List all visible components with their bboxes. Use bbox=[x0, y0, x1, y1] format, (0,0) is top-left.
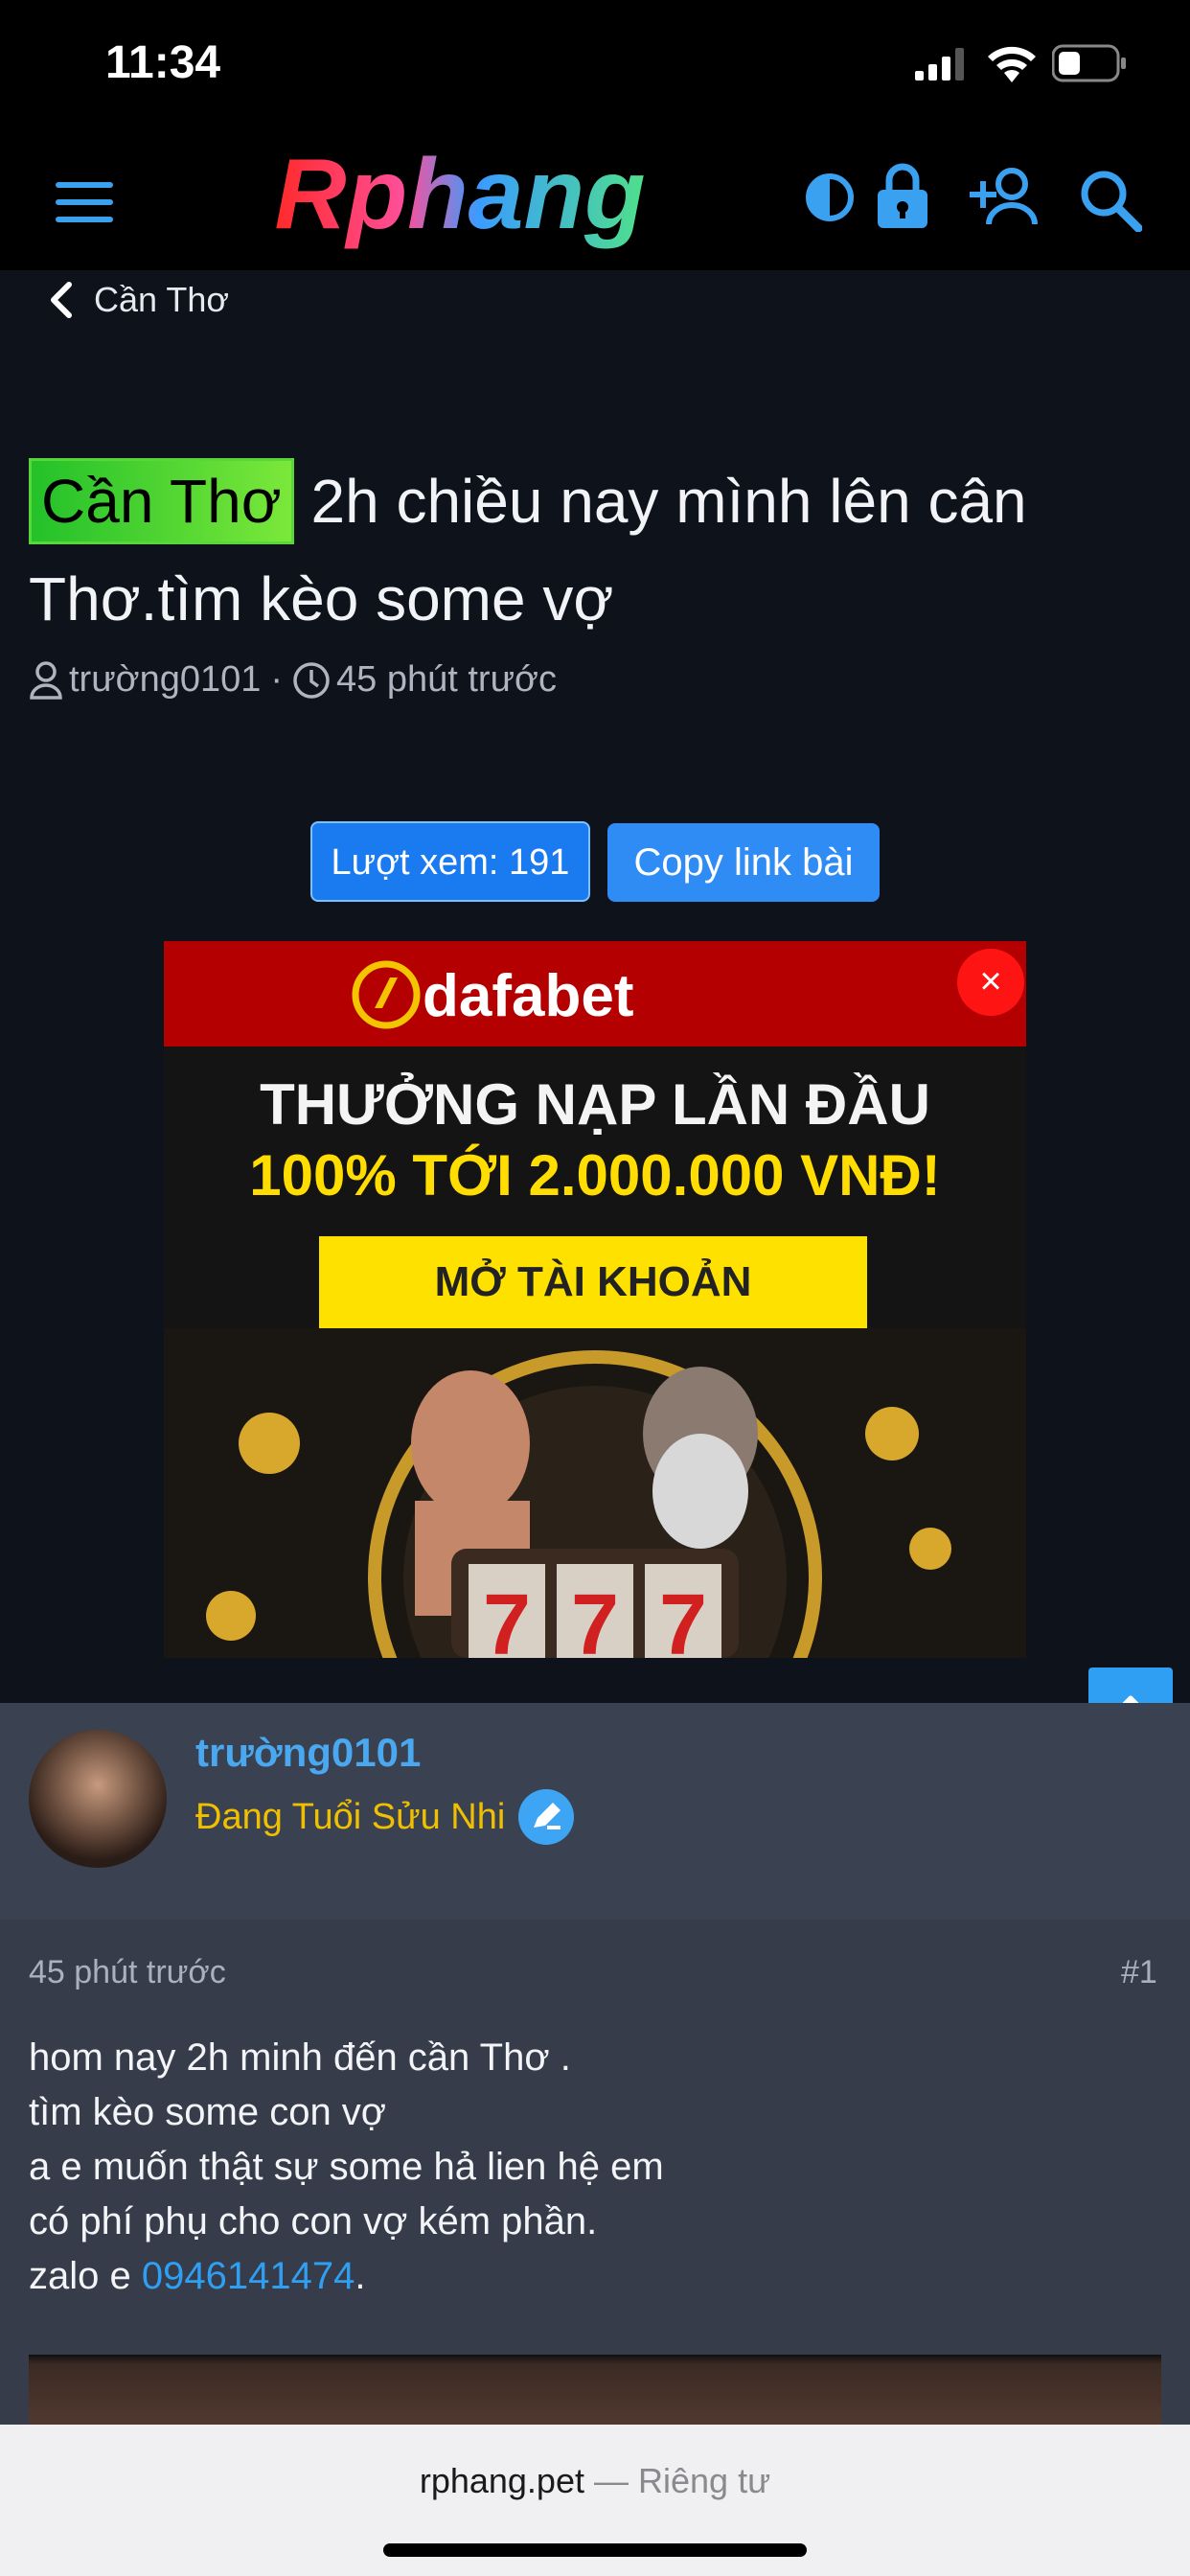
breadcrumb-label: Cần Thơ bbox=[94, 280, 230, 319]
theme-toggle-icon[interactable] bbox=[805, 172, 855, 222]
post-body: hom nay 2h minh đến cần Thơ . tìm kèo so… bbox=[29, 2031, 1159, 2304]
wifi-icon bbox=[988, 46, 1036, 82]
breadcrumb[interactable]: Cần Thơ bbox=[48, 280, 229, 320]
site-header: Rphang bbox=[0, 134, 1190, 270]
svg-text:7: 7 bbox=[659, 1577, 707, 1658]
url-domain: rphang.pet bbox=[419, 2461, 584, 2500]
chevron-left-icon bbox=[51, 282, 72, 318]
register-add-user-icon[interactable] bbox=[970, 167, 1042, 226]
ad-brand: dafabet bbox=[423, 963, 634, 1029]
home-indicator[interactable] bbox=[383, 2543, 807, 2557]
post-author-rank: Đang Tuổi Sửu Nhi bbox=[195, 1789, 575, 1845]
thread-time: 45 phút trước bbox=[336, 659, 557, 700]
dafabet-logo-icon bbox=[352, 960, 421, 1029]
url-separator: — bbox=[584, 2461, 638, 2500]
svg-text:Rphang: Rphang bbox=[274, 144, 645, 250]
status-time: 11:34 bbox=[105, 37, 221, 88]
author-rank-label: Đang Tuổi Sửu Nhi bbox=[195, 1796, 506, 1837]
post-author-block: trường0101 Đang Tuổi Sửu Nhi bbox=[0, 1703, 1190, 1922]
thread-title: Cần Thơ 2h chiều nay mình lên cân Thơ.tì… bbox=[29, 452, 1150, 648]
status-bar: 11:34 bbox=[0, 0, 1190, 134]
ad-cta-button[interactable]: MỞ TÀI KHOẢN bbox=[319, 1236, 867, 1328]
clock-icon bbox=[293, 661, 330, 699]
private-label: Riêng tư bbox=[638, 2461, 771, 2500]
login-lock-icon[interactable] bbox=[876, 161, 929, 228]
verified-badge-icon bbox=[518, 1789, 575, 1845]
meta-separator: · bbox=[270, 659, 284, 700]
thread-meta: trường0101 · 45 phút trước bbox=[29, 659, 557, 701]
avatar[interactable] bbox=[29, 1730, 167, 1868]
ad-banner[interactable]: dafabet × THƯỞNG NẠP LẦN ĐẦU 100% TỚI 2.… bbox=[164, 941, 1026, 1658]
menu-icon[interactable] bbox=[56, 176, 113, 228]
post-line: hom nay 2h minh đến cần Thơ . bbox=[29, 2036, 571, 2079]
post: 45 phút trước #1 hom nay 2h minh đến cần… bbox=[0, 1920, 1190, 2427]
copy-link-button[interactable]: Copy link bài bbox=[607, 823, 880, 902]
zalo-suffix: . bbox=[355, 2255, 366, 2297]
post-line: a e muốn thật sự some hả lien hệ em bbox=[29, 2146, 664, 2188]
ad-headline: THƯỞNG NẠP LẦN ĐẦU bbox=[260, 1072, 930, 1137]
view-count-button[interactable]: Lượt xem: 191 bbox=[310, 821, 590, 902]
search-icon[interactable] bbox=[1079, 169, 1142, 232]
post-author-name[interactable]: trường0101 bbox=[195, 1730, 421, 1776]
thread-author[interactable]: trường0101 bbox=[69, 659, 261, 701]
site-logo[interactable]: Rphang bbox=[187, 144, 733, 259]
url-display[interactable]: rphang.pet — Riêng tư bbox=[0, 2461, 1190, 2501]
battery-icon bbox=[1052, 44, 1126, 82]
post-line-zalo: zalo e 0946141474. bbox=[29, 2249, 1159, 2304]
user-icon bbox=[30, 660, 62, 700]
ad-header: dafabet bbox=[164, 941, 1026, 1046]
svg-text:7: 7 bbox=[483, 1577, 531, 1658]
post-line: tìm kèo some con vợ bbox=[29, 2091, 387, 2133]
svg-text:7: 7 bbox=[571, 1577, 619, 1658]
ad-slot-machine-image: 7 7 7 bbox=[164, 1328, 1026, 1658]
post-line: có phí phụ cho con vợ kém phần. bbox=[29, 2200, 598, 2242]
zalo-prefix: zalo e bbox=[29, 2255, 142, 2297]
ad-close-button[interactable]: × bbox=[957, 949, 1024, 1016]
browser-address-bar[interactable]: rphang.pet — Riêng tư bbox=[0, 2425, 1190, 2576]
phone-link[interactable]: 0946141474 bbox=[142, 2255, 355, 2297]
thread-prefix-tag[interactable]: Cần Thơ bbox=[29, 458, 294, 544]
cellular-signal-icon bbox=[915, 48, 964, 80]
post-time[interactable]: 45 phút trước bbox=[29, 1954, 226, 1991]
post-number[interactable]: #1 bbox=[1121, 1954, 1157, 1991]
ad-offer: 100% TỚI 2.000.000 VNĐ! bbox=[249, 1143, 941, 1208]
